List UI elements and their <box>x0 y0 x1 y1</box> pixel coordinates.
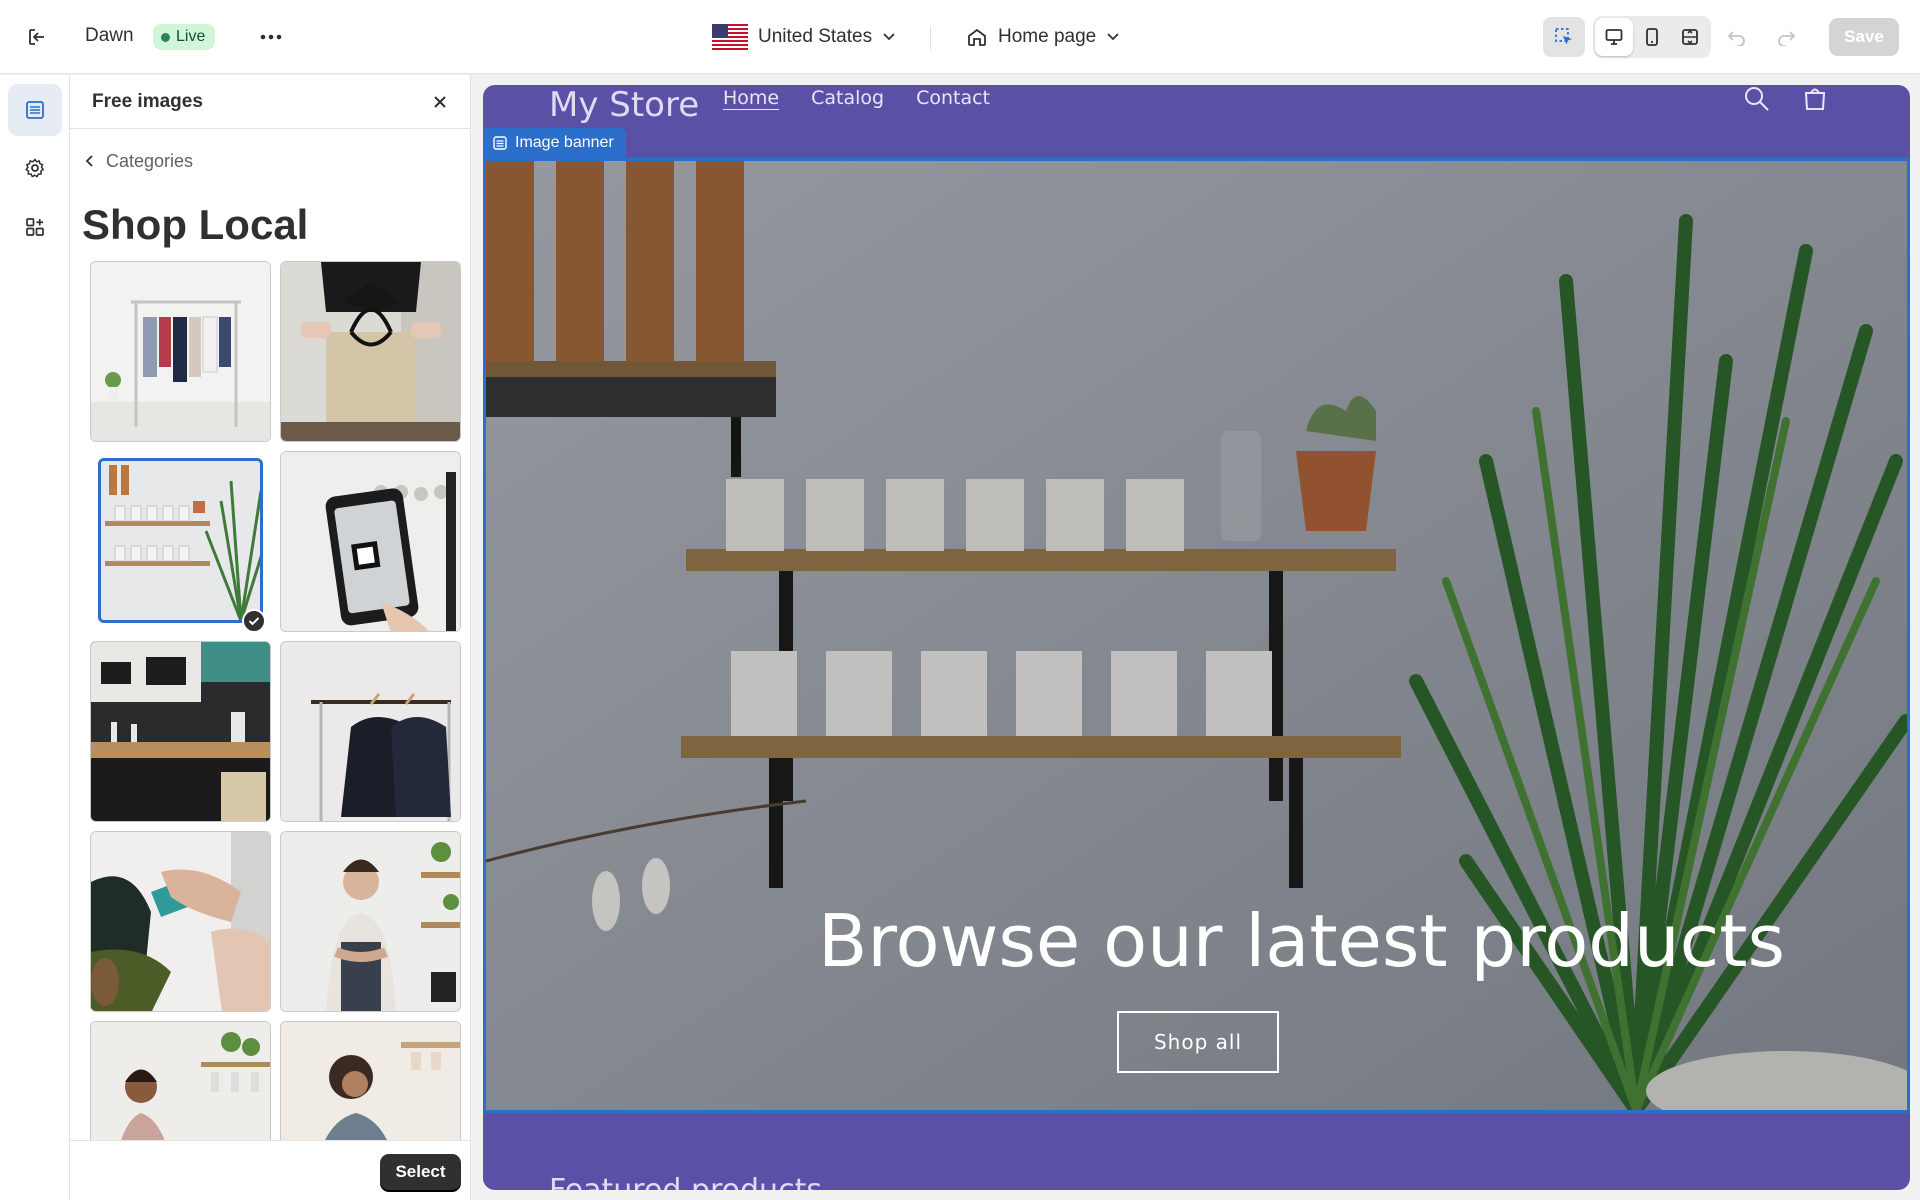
close-icon[interactable] <box>426 88 454 116</box>
device-toggle-group <box>1593 16 1711 58</box>
page-label: Home page <box>998 26 1097 47</box>
exit-icon[interactable] <box>22 22 52 52</box>
section-icon <box>493 136 507 150</box>
desktop-view-icon[interactable] <box>1595 18 1633 56</box>
breadcrumb[interactable]: Categories <box>84 147 193 175</box>
view-tools <box>1543 16 1711 58</box>
select-button[interactable]: Select <box>380 1154 461 1190</box>
breadcrumb-label: Categories <box>106 150 194 171</box>
nav-home[interactable]: Home <box>723 87 779 109</box>
more-options-icon[interactable] <box>256 22 286 52</box>
sections-icon[interactable] <box>8 84 62 136</box>
image-thumb-qr-code-phone[interactable] <box>280 451 461 632</box>
image-thumb-hanging-shirts[interactable] <box>280 641 461 822</box>
category-title: Shop Local <box>82 201 309 248</box>
chevron-left-icon <box>85 155 93 167</box>
panel-title: Free images <box>92 91 203 112</box>
left-rail <box>0 75 70 1200</box>
featured-section-title: Featured products <box>549 1173 822 1190</box>
save-button[interactable]: Save <box>1829 18 1899 56</box>
panel-header: Free images <box>70 75 470 129</box>
image-banner[interactable]: Browse our latest products Shop all <box>483 158 1910 1113</box>
status-label: Live <box>176 28 206 45</box>
image-thumb-gift-bag[interactable] <box>280 261 461 442</box>
chevron-down-icon <box>1107 33 1119 41</box>
theme-name[interactable]: Dawn <box>85 25 134 47</box>
redo-icon[interactable] <box>1771 22 1801 52</box>
live-dot-icon <box>161 32 170 42</box>
editor-topbar: Dawn Live United States Home page Save <box>0 0 1920 74</box>
inspector-toggle-icon[interactable] <box>1543 17 1585 57</box>
image-thumb-shop-owner[interactable] <box>280 831 461 1012</box>
status-badge: Live <box>153 24 216 50</box>
image-thumb-clothing-rack[interactable] <box>90 261 271 442</box>
image-thumb-card-payment[interactable] <box>90 831 271 1012</box>
apps-icon[interactable] <box>8 201 62 253</box>
image-thumb-coffee-shop-interior[interactable] <box>90 641 271 822</box>
store-header-icons <box>1743 85 1829 113</box>
fullscreen-view-icon[interactable] <box>1671 18 1709 56</box>
page-selector[interactable]: Home page <box>966 20 1120 54</box>
cart-icon[interactable] <box>1801 85 1829 113</box>
mobile-view-icon[interactable] <box>1633 18 1671 56</box>
divider <box>930 26 931 50</box>
storefront-preview: My Store Home Catalog Contact Image bann… <box>483 85 1910 1190</box>
nav-catalog[interactable]: Catalog <box>811 87 884 109</box>
gear-icon[interactable] <box>8 142 62 194</box>
home-icon <box>968 28 986 46</box>
store-nav: Home Catalog Contact <box>723 87 990 109</box>
nav-contact[interactable]: Contact <box>916 87 990 109</box>
selected-check-icon <box>242 609 266 633</box>
section-tag[interactable]: Image banner <box>483 128 626 158</box>
search-icon[interactable] <box>1743 85 1771 113</box>
free-images-panel: Free images Categories Shop Local Select <box>70 75 471 1200</box>
section-tag-label: Image banner <box>515 134 614 151</box>
us-flag-icon <box>712 24 748 50</box>
country-selector[interactable]: United States <box>712 20 896 54</box>
undo-icon[interactable] <box>1722 22 1752 52</box>
banner-headline: Browse our latest products <box>818 899 1785 983</box>
store-logo[interactable]: My Store <box>549 85 699 125</box>
country-label: United States <box>758 26 873 47</box>
chevron-down-icon <box>883 33 895 41</box>
image-thumb-candle-shelves[interactable] <box>98 458 263 623</box>
panel-footer: Select <box>70 1140 470 1200</box>
shop-all-button[interactable]: Shop all <box>1117 1011 1279 1073</box>
